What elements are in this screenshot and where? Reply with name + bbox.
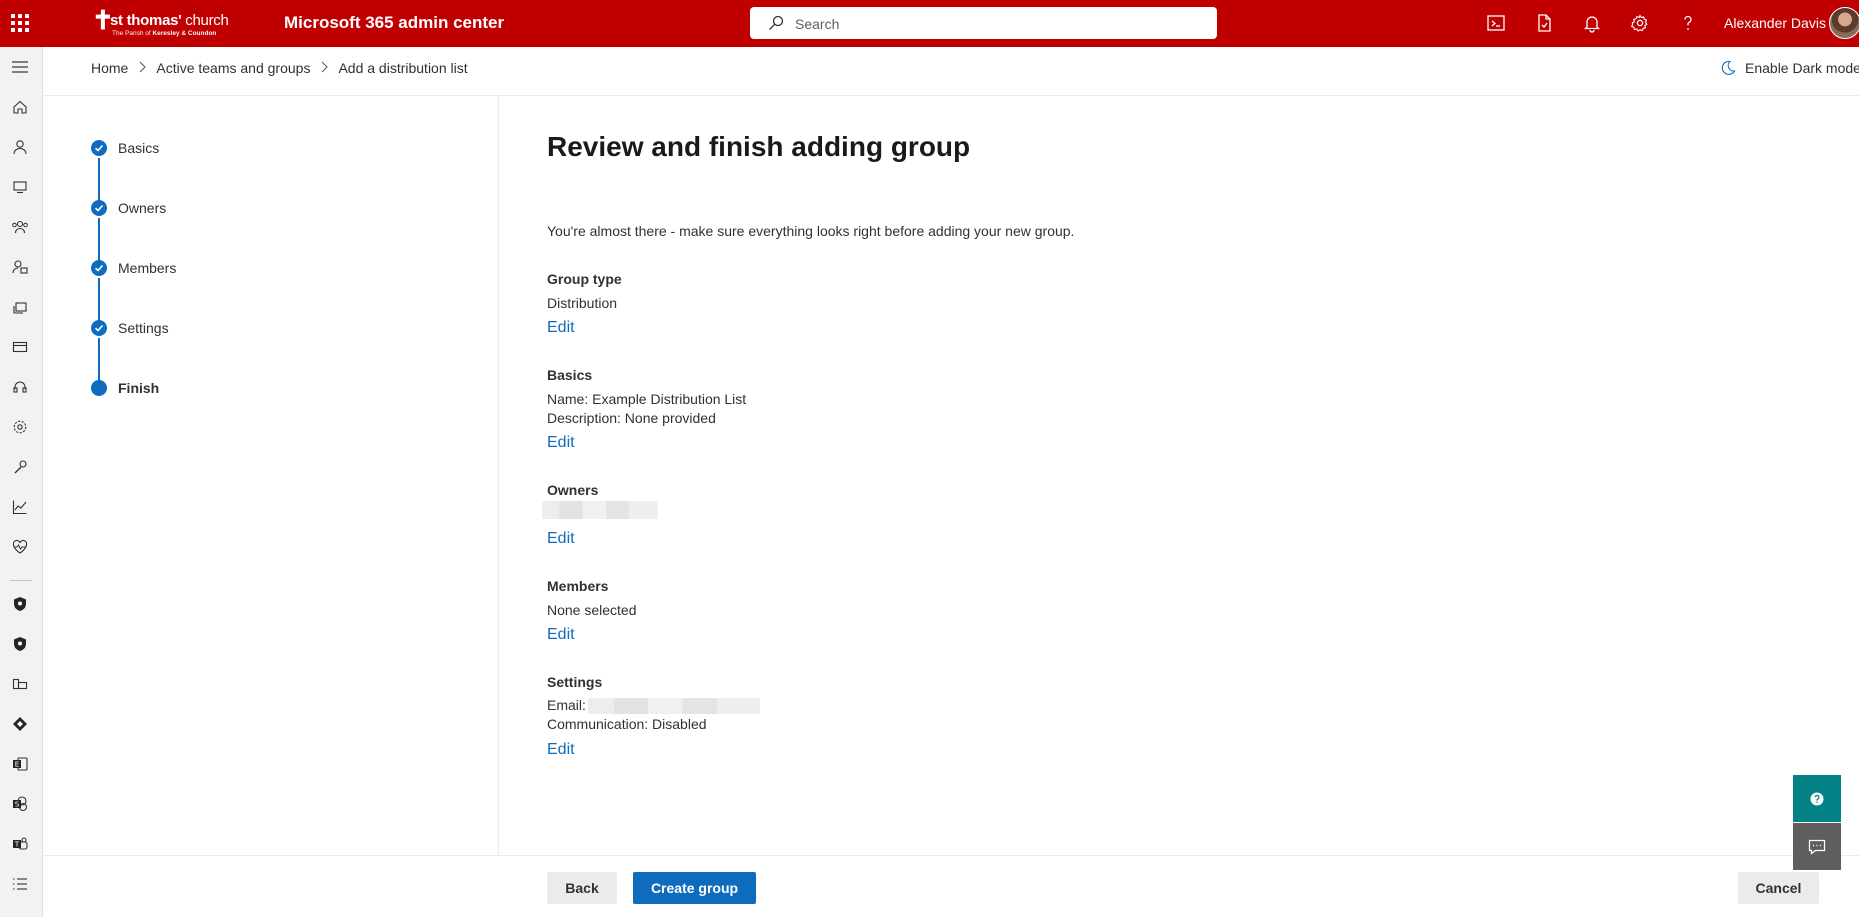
step-label: Settings — [118, 320, 169, 336]
endpoint-manager-icon[interactable] — [10, 674, 30, 694]
svg-text:T: T — [14, 841, 20, 849]
step-members[interactable]: Members — [91, 258, 176, 278]
checkmark-icon — [91, 140, 107, 156]
edit-members-link[interactable]: Edit — [547, 626, 575, 644]
help-support-button[interactable] — [1793, 775, 1841, 822]
breadcrumb: Home Active teams and groups Add a distr… — [91, 58, 468, 78]
basics-heading: Basics — [547, 367, 593, 383]
billing-icon[interactable] — [10, 337, 30, 357]
teams-app-icon[interactable]: T — [10, 834, 30, 854]
settings-email: Email: — [547, 697, 760, 715]
top-bar: ✝ st thomas' church The Parish of Keresl… — [0, 0, 1859, 47]
bell-icon[interactable] — [1582, 13, 1602, 33]
current-step-dot-icon — [91, 380, 107, 396]
search-box[interactable] — [750, 7, 1217, 41]
logo-name-rest: church — [181, 12, 229, 29]
breadcrumb-active-teams-groups[interactable]: Active teams and groups — [156, 60, 310, 76]
step-basics[interactable]: Basics — [91, 138, 159, 158]
user-name[interactable]: Alexander Davis — [1724, 15, 1826, 31]
feedback-button[interactable] — [1793, 823, 1841, 870]
members-heading: Members — [547, 578, 609, 594]
step-label: Basics — [118, 140, 160, 156]
basics-name: Name: Example Distribution List — [547, 391, 747, 407]
organization-logo[interactable]: ✝ st thomas' church The Parish of Keresl… — [92, 8, 229, 40]
support-headset-icon[interactable] — [10, 377, 30, 397]
owners-heading: Owners — [547, 482, 599, 498]
all-admin-centers-list-icon[interactable] — [10, 874, 30, 894]
edit-group-type-link[interactable]: Edit — [547, 319, 575, 337]
home-icon[interactable] — [10, 97, 30, 117]
document-icon[interactable] — [1534, 13, 1554, 33]
app-title[interactable]: Microsoft 365 admin center — [284, 13, 504, 33]
members-value: None selected — [547, 602, 637, 618]
step-settings[interactable]: Settings — [91, 318, 169, 338]
chat-help-icon — [1810, 792, 1824, 805]
security-shield-icon[interactable] — [10, 594, 30, 614]
edit-settings-link[interactable]: Edit — [547, 741, 575, 759]
owners-value-redacted — [542, 501, 658, 520]
chevron-right-icon — [138, 61, 147, 76]
create-group-button[interactable]: Create group — [633, 872, 756, 904]
basics-description: Description: None provided — [547, 410, 716, 426]
breadcrumb-current: Add a distribution list — [338, 60, 468, 76]
back-button[interactable]: Back — [547, 872, 617, 904]
exchange-icon[interactable]: E — [10, 754, 30, 774]
gear-icon[interactable] — [1630, 13, 1650, 33]
users-icon[interactable] — [10, 137, 30, 157]
svg-text:E: E — [15, 761, 19, 769]
search-icon — [769, 15, 784, 30]
roles-icon[interactable] — [10, 257, 30, 277]
step-label: Members — [118, 260, 177, 276]
logo-subtitle-prefix: The Parish of — [112, 30, 153, 37]
devices-icon[interactable] — [10, 177, 30, 197]
cancel-button[interactable]: Cancel — [1738, 872, 1819, 904]
page-title: Review and finish adding group — [547, 131, 971, 162]
logo-name-bold: st thomas' — [110, 12, 182, 29]
user-avatar[interactable] — [1829, 7, 1859, 39]
email-label: Email: — [547, 697, 586, 713]
edit-basics-link[interactable]: Edit — [547, 434, 575, 452]
health-heart-icon[interactable] — [10, 537, 30, 557]
app-launcher-waffle-icon[interactable] — [9, 12, 31, 34]
terminal-icon[interactable] — [1486, 13, 1506, 33]
collapse-menu-hamburger-icon[interactable] — [10, 57, 30, 77]
footer-divider — [43, 855, 1859, 856]
step-label: Owners — [118, 200, 167, 216]
email-value-redacted — [587, 698, 760, 715]
chevron-right-icon — [320, 61, 329, 76]
azure-ad-diamond-icon[interactable] — [10, 714, 30, 734]
checkmark-icon — [91, 320, 107, 336]
group-type-heading: Group type — [547, 271, 622, 287]
intro-text: You're almost there - make sure everythi… — [547, 223, 1075, 239]
logo-subtitle-bold: Keresley & Coundon — [152, 30, 217, 37]
reports-chart-icon[interactable] — [10, 497, 30, 517]
setup-wrench-icon[interactable] — [10, 457, 30, 477]
search-input[interactable] — [793, 7, 1207, 41]
header-divider — [43, 95, 1859, 96]
edit-owners-link[interactable]: Edit — [547, 530, 575, 548]
checkmark-icon — [91, 200, 107, 216]
group-type-value: Distribution — [547, 295, 618, 311]
step-label: Finish — [118, 380, 160, 396]
teams-groups-icon[interactable] — [10, 217, 30, 237]
sharepoint-icon[interactable]: S — [10, 794, 30, 814]
compliance-shield-icon[interactable] — [10, 634, 30, 654]
feedback-icon — [1808, 839, 1826, 855]
breadcrumb-home[interactable]: Home — [91, 60, 128, 76]
settings-gear-icon[interactable] — [10, 417, 30, 437]
resources-icon[interactable] — [10, 297, 30, 317]
checkmark-icon — [91, 260, 107, 276]
left-nav-rail: E S T — [0, 47, 43, 917]
dark-mode-label: Enable Dark mode — [1745, 60, 1859, 76]
step-finish[interactable]: Finish — [91, 378, 159, 398]
rail-divider — [10, 580, 32, 581]
steps-panel-divider — [498, 96, 499, 855]
moon-icon — [1721, 60, 1736, 75]
step-owners[interactable]: Owners — [91, 198, 166, 218]
settings-heading: Settings — [547, 674, 603, 690]
help-icon[interactable] — [1678, 13, 1698, 33]
svg-text:S: S — [15, 801, 20, 809]
settings-communication: Communication: Disabled — [547, 716, 707, 732]
dark-mode-toggle[interactable]: Enable Dark mode — [1720, 60, 1859, 76]
